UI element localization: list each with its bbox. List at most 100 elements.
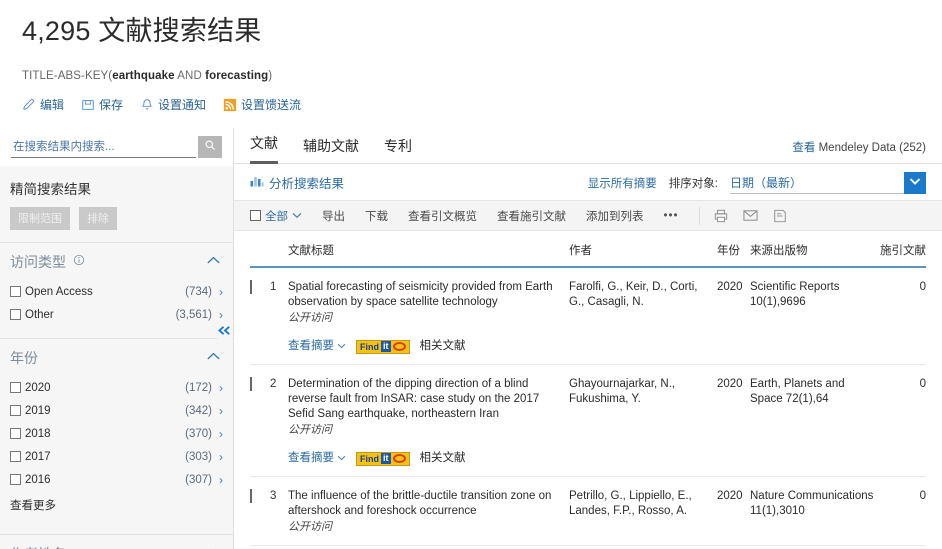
sort-select-value: 日期（最新） — [730, 175, 803, 190]
limit-to-button[interactable]: 限制范围 — [10, 207, 70, 230]
mendeley-data-link[interactable]: 查看 Mendeley Data (252) — [792, 139, 926, 163]
download-button[interactable]: 下载 — [365, 208, 388, 224]
collapse-sidebar-button[interactable] — [217, 324, 232, 340]
mendeley-link-rest: Mendeley Data (252) — [815, 142, 926, 154]
facet-header-author-name[interactable]: 作者姓名 — [0, 535, 233, 549]
facet-header-access-type[interactable]: 访问类型 — [0, 243, 233, 280]
row-checkbox-cell — [250, 377, 270, 466]
row-authors[interactable]: Petrillo, G., Lippiello, E., Landes, F.P… — [569, 489, 717, 535]
table-row[interactable]: 3 The influence of the brittle-ductile t… — [250, 477, 926, 546]
view-more-years-link[interactable]: 查看更多 — [0, 491, 233, 522]
view-cited-by-button[interactable]: 查看施引文献 — [497, 208, 566, 224]
table-row[interactable]: 1 Spatial forecasting of seismicity prov… — [250, 268, 926, 365]
view-abstract-toggle[interactable]: 查看摘要 — [288, 451, 346, 466]
row-checkbox[interactable] — [250, 489, 252, 503]
row-checkbox[interactable] — [250, 377, 252, 391]
set-feed-button[interactable]: 设置馈送流 — [223, 96, 301, 113]
facet-group-author-name: 作者姓名 — [0, 534, 233, 549]
tab-patents[interactable]: 专利 — [384, 136, 412, 164]
row-checkbox-cell — [250, 280, 270, 354]
bell-icon — [140, 98, 154, 112]
chevron-right-icon[interactable]: › — [219, 473, 223, 487]
select-all-control[interactable]: 全部 — [250, 208, 302, 224]
row-title-cell: The influence of the brittle-ductile tra… — [288, 489, 569, 535]
facet-item-year-2017[interactable]: 2017 (303) › — [0, 445, 233, 468]
facet-item-year-2020[interactable]: 2020 (172) › — [0, 376, 233, 399]
row-year: 2020 — [717, 281, 743, 293]
save-search-button[interactable]: 保存 — [81, 96, 123, 113]
chevron-right-icon[interactable]: › — [219, 381, 223, 395]
tab-documents[interactable]: 文献 — [250, 133, 278, 164]
analyze-search-results-button[interactable]: 分析搜索结果 — [250, 173, 344, 192]
row-authors[interactable]: Farolfi, G., Keir, D., Corti, G., Casagl… — [569, 280, 717, 354]
facet-item-open-access[interactable]: Open Access (734) › — [0, 280, 233, 303]
facet-header-year[interactable]: 年份 — [0, 339, 233, 376]
chevron-down-icon — [337, 339, 346, 354]
view-citation-overview-button[interactable]: 查看引文概览 — [408, 208, 477, 224]
related-documents-link[interactable]: 相关文献 — [420, 451, 466, 466]
search-submit-button[interactable] — [198, 136, 222, 158]
sort-select[interactable]: 日期（最新） — [730, 171, 926, 194]
sort-dropdown-button[interactable] — [904, 171, 926, 194]
view-abstract-toggle[interactable]: 查看摘要 — [288, 339, 346, 354]
facet-checkbox[interactable] — [10, 428, 21, 439]
find-it-button[interactable]: Find it — [356, 451, 410, 466]
facet-item-year-2016[interactable]: 2016 (307) › — [0, 468, 233, 491]
view-abstract-label: 查看摘要 — [288, 340, 334, 352]
chevron-right-icon[interactable]: › — [219, 285, 223, 299]
facet-checkbox[interactable] — [10, 286, 21, 297]
facet-item-year-2018[interactable]: 2018 (370) › — [0, 422, 233, 445]
print-icon[interactable] — [714, 209, 728, 223]
analyze-and-sort-row: 分析搜索结果 显示所有摘要 排序对象: 日期（最新） — [234, 164, 942, 200]
select-all-checkbox[interactable] — [250, 210, 261, 221]
table-row[interactable]: 2 Determination of the dipping direction… — [250, 365, 926, 477]
mendeley-link-prefix: 查看 — [792, 142, 816, 154]
facet-checkbox[interactable] — [10, 451, 21, 462]
facet-checkbox[interactable] — [10, 474, 21, 485]
row-source[interactable]: Scientific Reports 10(1),9696 — [750, 280, 878, 354]
email-icon[interactable] — [743, 209, 758, 222]
row-source[interactable]: Earth, Planets and Space 72(1),64 — [750, 377, 878, 466]
document-title-link[interactable]: Spatial forecasting of seismicity provid… — [288, 280, 557, 310]
row-action-bar: 查看摘要 Find it 相关文献 — [288, 339, 557, 354]
related-documents-link[interactable]: 相关文献 — [420, 339, 466, 354]
set-alert-button[interactable]: 设置通知 — [140, 96, 206, 113]
facet-item-label: 2017 — [25, 450, 51, 463]
show-all-abstracts-button[interactable]: 显示所有摘要 — [588, 175, 657, 191]
query-term-2: forecasting — [205, 70, 269, 82]
row-authors[interactable]: Ghayournajarkar, N., Fukushima, Y. — [569, 377, 717, 466]
query-operator: AND — [177, 70, 202, 82]
facet-checkbox[interactable] — [10, 382, 21, 393]
facet-checkbox[interactable] — [10, 405, 21, 416]
refine-button-group: 限制范围 排除 — [0, 198, 233, 230]
info-icon[interactable] — [73, 253, 85, 271]
chevron-right-icon[interactable]: › — [219, 450, 223, 464]
pencil-icon — [22, 98, 36, 112]
search-input[interactable] — [11, 138, 196, 158]
chevron-right-icon[interactable]: › — [219, 308, 223, 322]
exclude-button[interactable]: 排除 — [79, 207, 117, 230]
export-button[interactable]: 导出 — [322, 208, 345, 224]
document-title-link[interactable]: The influence of the brittle-ductile tra… — [288, 489, 557, 519]
find-it-find-label: Find — [360, 341, 379, 352]
save-icon — [81, 98, 95, 112]
find-it-button[interactable]: Find it — [356, 339, 410, 354]
header-action-bar: 编辑 保存 设置通知 设置馈送流 — [22, 96, 942, 113]
result-type-tabs: 文献 辅助文献 专利 查看 Mendeley Data (252) — [234, 128, 942, 164]
add-to-list-button[interactable]: 添加到列表 — [586, 208, 644, 224]
row-number: 2 — [270, 378, 277, 390]
chevron-right-icon[interactable]: › — [219, 404, 223, 418]
edit-search-label: 编辑 — [40, 98, 65, 112]
chevron-down-icon[interactable] — [292, 210, 302, 222]
save-to-list-icon[interactable] — [773, 209, 787, 223]
row-source[interactable]: Nature Communications 11(1),3010 — [750, 489, 878, 535]
tab-secondary-documents[interactable]: 辅助文献 — [303, 136, 359, 164]
facet-item-other[interactable]: Other (3,561) › — [0, 303, 233, 326]
row-checkbox[interactable] — [250, 280, 252, 294]
document-title-link[interactable]: Determination of the dipping direction o… — [288, 377, 557, 422]
facet-checkbox[interactable] — [10, 309, 21, 320]
more-options-button[interactable]: ••• — [664, 210, 679, 222]
edit-search-button[interactable]: 编辑 — [22, 96, 64, 113]
facet-item-year-2019[interactable]: 2019 (342) › — [0, 399, 233, 422]
chevron-right-icon[interactable]: › — [219, 427, 223, 441]
